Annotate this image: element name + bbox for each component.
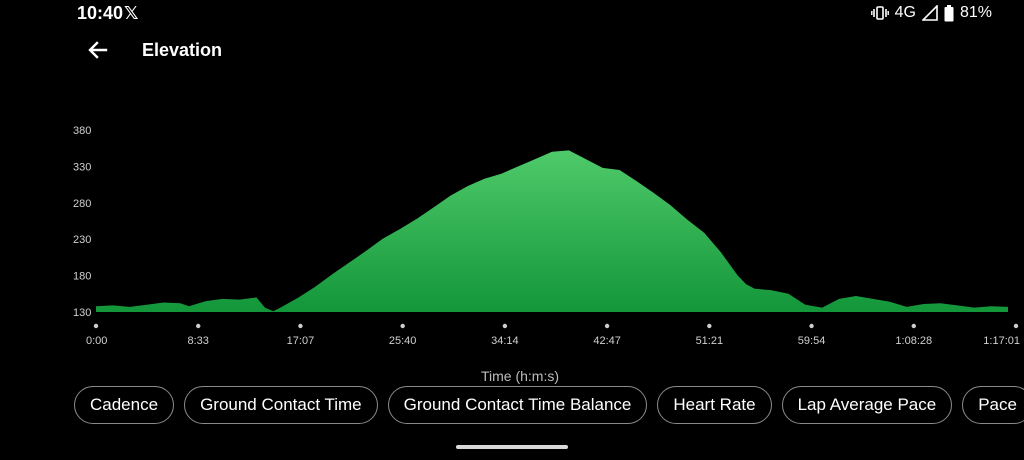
network-type: 4G xyxy=(894,4,916,21)
x-tick-dot xyxy=(809,323,814,329)
elevation-area xyxy=(96,150,1008,312)
elevation-chart: 130 180 230 280 330 380 0:00 8:33 17:07 25:40 34:… xyxy=(73,125,1020,347)
metric-chip[interactable]: Cadence xyxy=(74,386,175,424)
x-app-icon: 𝕏 xyxy=(124,3,139,23)
page-title: Elevation xyxy=(142,40,223,60)
x-tick-label: 51:21 xyxy=(696,335,724,347)
metric-chip-row: Cadence Ground Contact Time Ground Contact… xyxy=(74,386,1024,424)
x-tick-label: 1:17:01 xyxy=(983,335,1020,347)
app-header: Elevation xyxy=(0,28,1024,72)
x-tick-dot xyxy=(502,323,508,329)
metric-chip[interactable]: Heart Rate xyxy=(657,386,772,424)
x-axis-title: Time (h:m:s) xyxy=(480,368,560,384)
back-arrow-icon[interactable] xyxy=(84,36,112,64)
x-tick-dot xyxy=(911,323,916,329)
y-tick-label: 330 xyxy=(73,161,91,173)
home-indicator[interactable] xyxy=(456,445,568,449)
y-axis: 130 180 230 280 330 380 xyxy=(73,125,91,319)
y-tick-label: 180 xyxy=(73,271,91,283)
x-tick-dot xyxy=(707,323,712,329)
x-tick-label: 25:40 xyxy=(389,335,417,347)
x-tick-label: 42:47 xyxy=(593,335,621,347)
x-tick-label: 59:54 xyxy=(798,335,826,347)
signal-icon xyxy=(921,5,938,21)
x-tick-label: 1:08:28 xyxy=(895,335,932,347)
x-axis: 0:00 8:33 17:07 25:40 34:14 42:47 51:21 59:54 1:… xyxy=(86,323,1020,347)
x-tick-dot xyxy=(604,323,610,329)
x-tick-label: 17:07 xyxy=(287,335,315,347)
y-tick-label: 130 xyxy=(73,307,91,319)
y-tick-label: 380 xyxy=(73,125,91,137)
x-tick-dot xyxy=(1013,323,1019,329)
x-tick-dot xyxy=(400,323,405,329)
status-bar: 10:40 𝕏 4G 81% xyxy=(0,0,1024,28)
x-tick-dot xyxy=(93,323,99,329)
y-tick-label: 280 xyxy=(73,198,91,210)
metric-chip[interactable]: Lap Average Pace xyxy=(781,386,953,424)
status-time: 10:40 xyxy=(77,3,124,23)
metric-chip[interactable]: Ground Contact Time Balance xyxy=(387,386,648,424)
x-tick-label: 34:14 xyxy=(491,335,519,347)
vibrate-icon xyxy=(870,5,889,21)
metric-chip[interactable]: Ground Contact Time xyxy=(184,386,378,424)
battery-icon xyxy=(944,4,954,22)
x-tick-label: 8:33 xyxy=(188,335,209,347)
status-indicators: 4G 81% xyxy=(870,4,992,22)
x-tick-dot xyxy=(298,323,303,329)
x-tick-label: 0:00 xyxy=(86,335,107,347)
y-tick-label: 230 xyxy=(73,234,91,246)
metric-chip[interactable]: Pace xyxy=(962,386,1024,424)
x-tick-dot xyxy=(196,323,201,329)
battery-level: 81% xyxy=(959,4,992,21)
